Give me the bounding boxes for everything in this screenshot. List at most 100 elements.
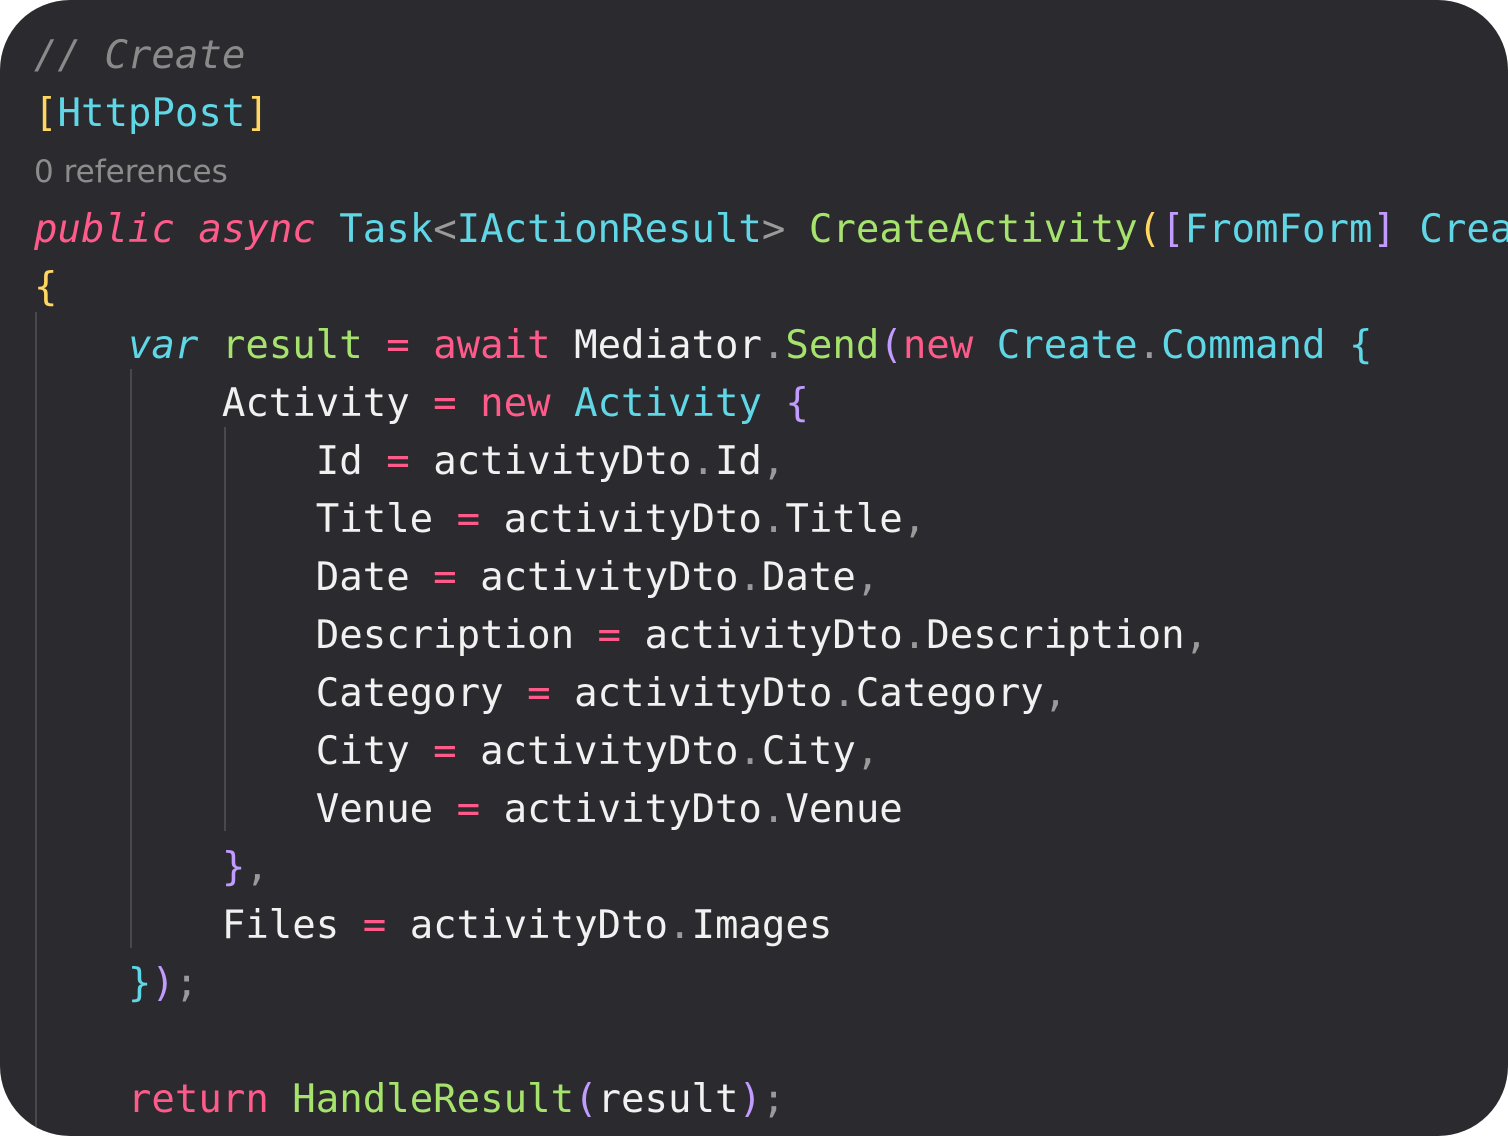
code-token: > [761, 207, 786, 252]
code-line: Description = activityDto.Description, [34, 607, 1208, 665]
code-token: ) [738, 1077, 762, 1122]
code-token: IActionResult [456, 207, 762, 252]
code-token: City [761, 729, 856, 774]
code-token: FromForm [1184, 207, 1373, 252]
code-token: , [855, 729, 880, 774]
code-token: Create [996, 323, 1138, 368]
code-line: // Create [34, 27, 245, 85]
code-token: Title [785, 497, 903, 542]
code-token: Files [221, 903, 340, 948]
code-line: Category = activityDto.Category, [34, 665, 1067, 723]
code-token: Title [315, 497, 434, 542]
code-token: [ [1161, 207, 1185, 252]
code-token: } [127, 961, 152, 1006]
code-line: Files = activityDto.Images [34, 897, 833, 955]
code-token: HttpPost [57, 91, 246, 136]
code-token: { [785, 381, 809, 426]
code-line: }, [34, 839, 269, 897]
code-token: < [433, 207, 457, 252]
code-token: activityDto [433, 439, 692, 484]
code-token: { [34, 265, 58, 310]
code-token: . [738, 555, 762, 600]
code-token: ( [879, 323, 903, 368]
code-token: result [221, 323, 363, 368]
code-token: Id [714, 439, 762, 484]
code-token: Date [315, 555, 410, 600]
code-token: { [1349, 323, 1373, 368]
code-token: . [832, 671, 856, 716]
code-editor[interactable]: // Create [HttpPost] 0 references public as… [34, 27, 1508, 1136]
code-token: public [34, 207, 175, 252]
code-token: [ [34, 91, 58, 136]
code-line: Date = activityDto.Date, [34, 549, 880, 607]
code-token: Description [926, 613, 1185, 658]
code-token: = [433, 381, 457, 426]
code-line: City = activityDto.City, [34, 723, 880, 781]
code-token: new [902, 323, 974, 368]
code-token: activityDto [409, 903, 668, 948]
code-line: Venue = activityDto.Venue [34, 781, 903, 839]
code-token: Activity [574, 381, 762, 426]
code-token: activityDto [480, 729, 739, 774]
code-token: Images [691, 903, 833, 948]
code-token: Category [855, 671, 1044, 716]
code-line: [HttpPost] [34, 85, 269, 143]
code-token: // Create [34, 33, 246, 78]
code-token: = [433, 555, 457, 600]
code-token: result [597, 1077, 739, 1122]
code-token: = [456, 787, 481, 832]
code-token: return [127, 1077, 269, 1122]
code-token: ( [1137, 207, 1162, 252]
codelens-references[interactable]: 0 references [34, 143, 228, 201]
code-token: ( [574, 1077, 598, 1122]
code-token: = [386, 323, 410, 368]
code-token: ] [1372, 207, 1396, 252]
code-token: , [855, 555, 880, 600]
code-token: ] [245, 91, 269, 136]
code-token: = [362, 903, 387, 948]
code-token: Category [315, 671, 504, 716]
code-token: await [433, 323, 551, 368]
code-token: . [1137, 323, 1162, 368]
code-token: City [315, 729, 410, 774]
code-line: public async Task<IActionResult> CreateA… [34, 201, 1508, 259]
code-token: activityDto [644, 613, 903, 658]
code-token: Description [315, 613, 575, 658]
code-token: = [597, 613, 622, 658]
code-token: activityDto [503, 497, 762, 542]
code-line: Id = activityDto.Id, [34, 433, 786, 491]
